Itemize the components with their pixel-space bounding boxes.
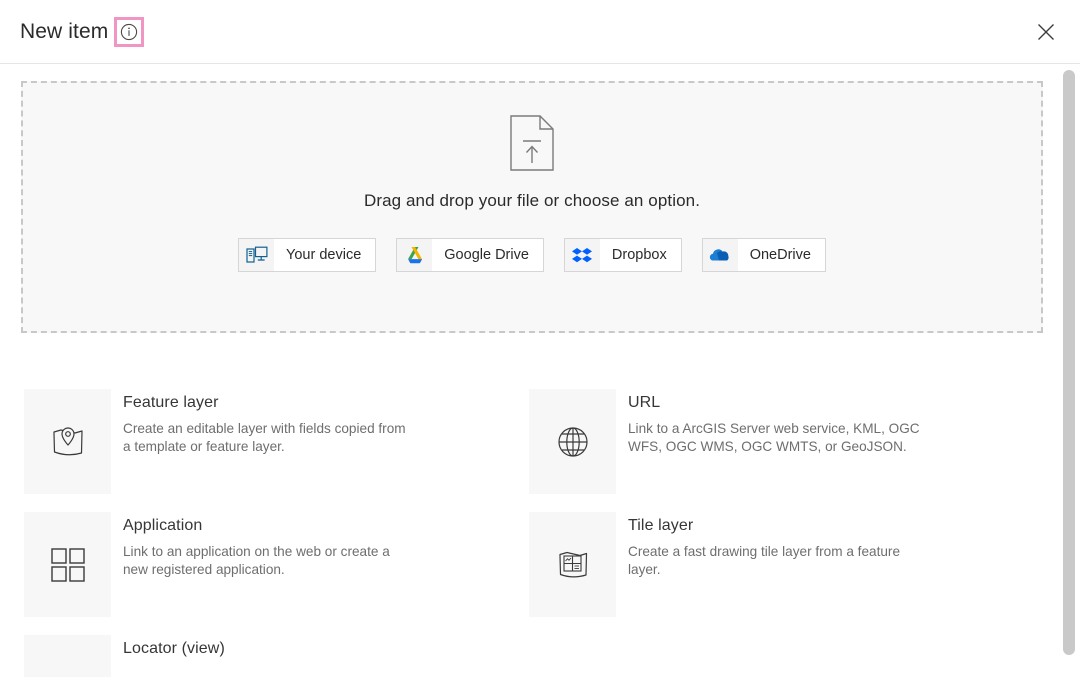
info-circle-icon[interactable] (120, 23, 138, 41)
item-type-row: Application Link to an application on th… (24, 512, 1034, 635)
your-device-button[interactable]: Your device (238, 238, 377, 272)
app-grid-icon (24, 512, 111, 617)
file-upload-icon (510, 115, 554, 171)
scrollbar-thumb[interactable] (1063, 70, 1075, 655)
vertical-scrollbar[interactable] (1058, 64, 1080, 677)
item-type-row: Locator (view) (24, 635, 1034, 677)
onedrive-label: OneDrive (737, 239, 825, 271)
locator-icon (24, 635, 111, 677)
dropbox-icon (564, 239, 600, 271)
item-type-row: Feature layer Create an editable layer w… (24, 389, 1034, 512)
card-title: URL (628, 394, 661, 411)
tile-map-icon (529, 512, 616, 617)
globe-icon (529, 389, 616, 494)
close-icon (1038, 24, 1054, 40)
info-icon-highlight (114, 17, 145, 47)
card-title: Locator (view) (123, 640, 225, 657)
card-text: URL Link to a ArcGIS Server web service,… (616, 389, 928, 455)
card-text: Application Link to an application on th… (111, 512, 413, 578)
card-title: Feature layer (123, 394, 219, 411)
file-dropzone[interactable]: Drag and drop your file or choose an opt… (21, 81, 1043, 333)
card-description: Link to an application on the web or cre… (123, 544, 390, 577)
item-card-url[interactable]: URL Link to a ArcGIS Server web service,… (529, 389, 1034, 512)
item-type-grid: Feature layer Create an editable layer w… (24, 389, 1034, 677)
dropbox-button[interactable]: Dropbox (563, 238, 682, 272)
map-pin-layer-icon (24, 389, 111, 494)
new-item-dialog: New item Drag and drop your file or choo… (0, 0, 1080, 677)
card-description: Link to a ArcGIS Server web service, KML… (628, 421, 920, 454)
dialog-header: New item (0, 0, 1080, 64)
device-computer-icon (239, 239, 275, 271)
card-title: Application (123, 517, 203, 534)
card-text: Locator (view) (111, 635, 225, 666)
card-description: Create a fast drawing tile layer from a … (628, 544, 901, 577)
onedrive-button[interactable]: OneDrive (701, 238, 826, 272)
close-button[interactable] (1030, 16, 1062, 48)
dialog-body: Drag and drop your file or choose an opt… (0, 64, 1058, 677)
provider-button-row: Your device Google Drive Dropbox OneDriv… (238, 238, 826, 272)
card-title: Tile layer (628, 517, 694, 534)
item-card-tile-layer[interactable]: Tile layer Create a fast drawing tile la… (529, 512, 1034, 635)
dropbox-label: Dropbox (599, 239, 681, 271)
header-title-group: New item (20, 0, 145, 64)
your-device-label: Your device (274, 239, 376, 271)
item-card-feature-layer[interactable]: Feature layer Create an editable layer w… (24, 389, 529, 512)
google-drive-icon (397, 239, 433, 271)
item-card-locator-view[interactable]: Locator (view) (24, 635, 536, 677)
onedrive-icon (702, 239, 738, 271)
dropzone-instruction: Drag and drop your file or choose an opt… (363, 191, 701, 210)
google-drive-button[interactable]: Google Drive (396, 238, 544, 272)
card-description: Create an editable layer with fields cop… (123, 421, 406, 454)
card-text: Feature layer Create an editable layer w… (111, 389, 413, 455)
google-drive-label: Google Drive (432, 239, 543, 271)
card-text: Tile layer Create a fast drawing tile la… (616, 512, 918, 578)
item-card-application[interactable]: Application Link to an application on th… (24, 512, 529, 635)
page-title: New item (20, 20, 109, 43)
